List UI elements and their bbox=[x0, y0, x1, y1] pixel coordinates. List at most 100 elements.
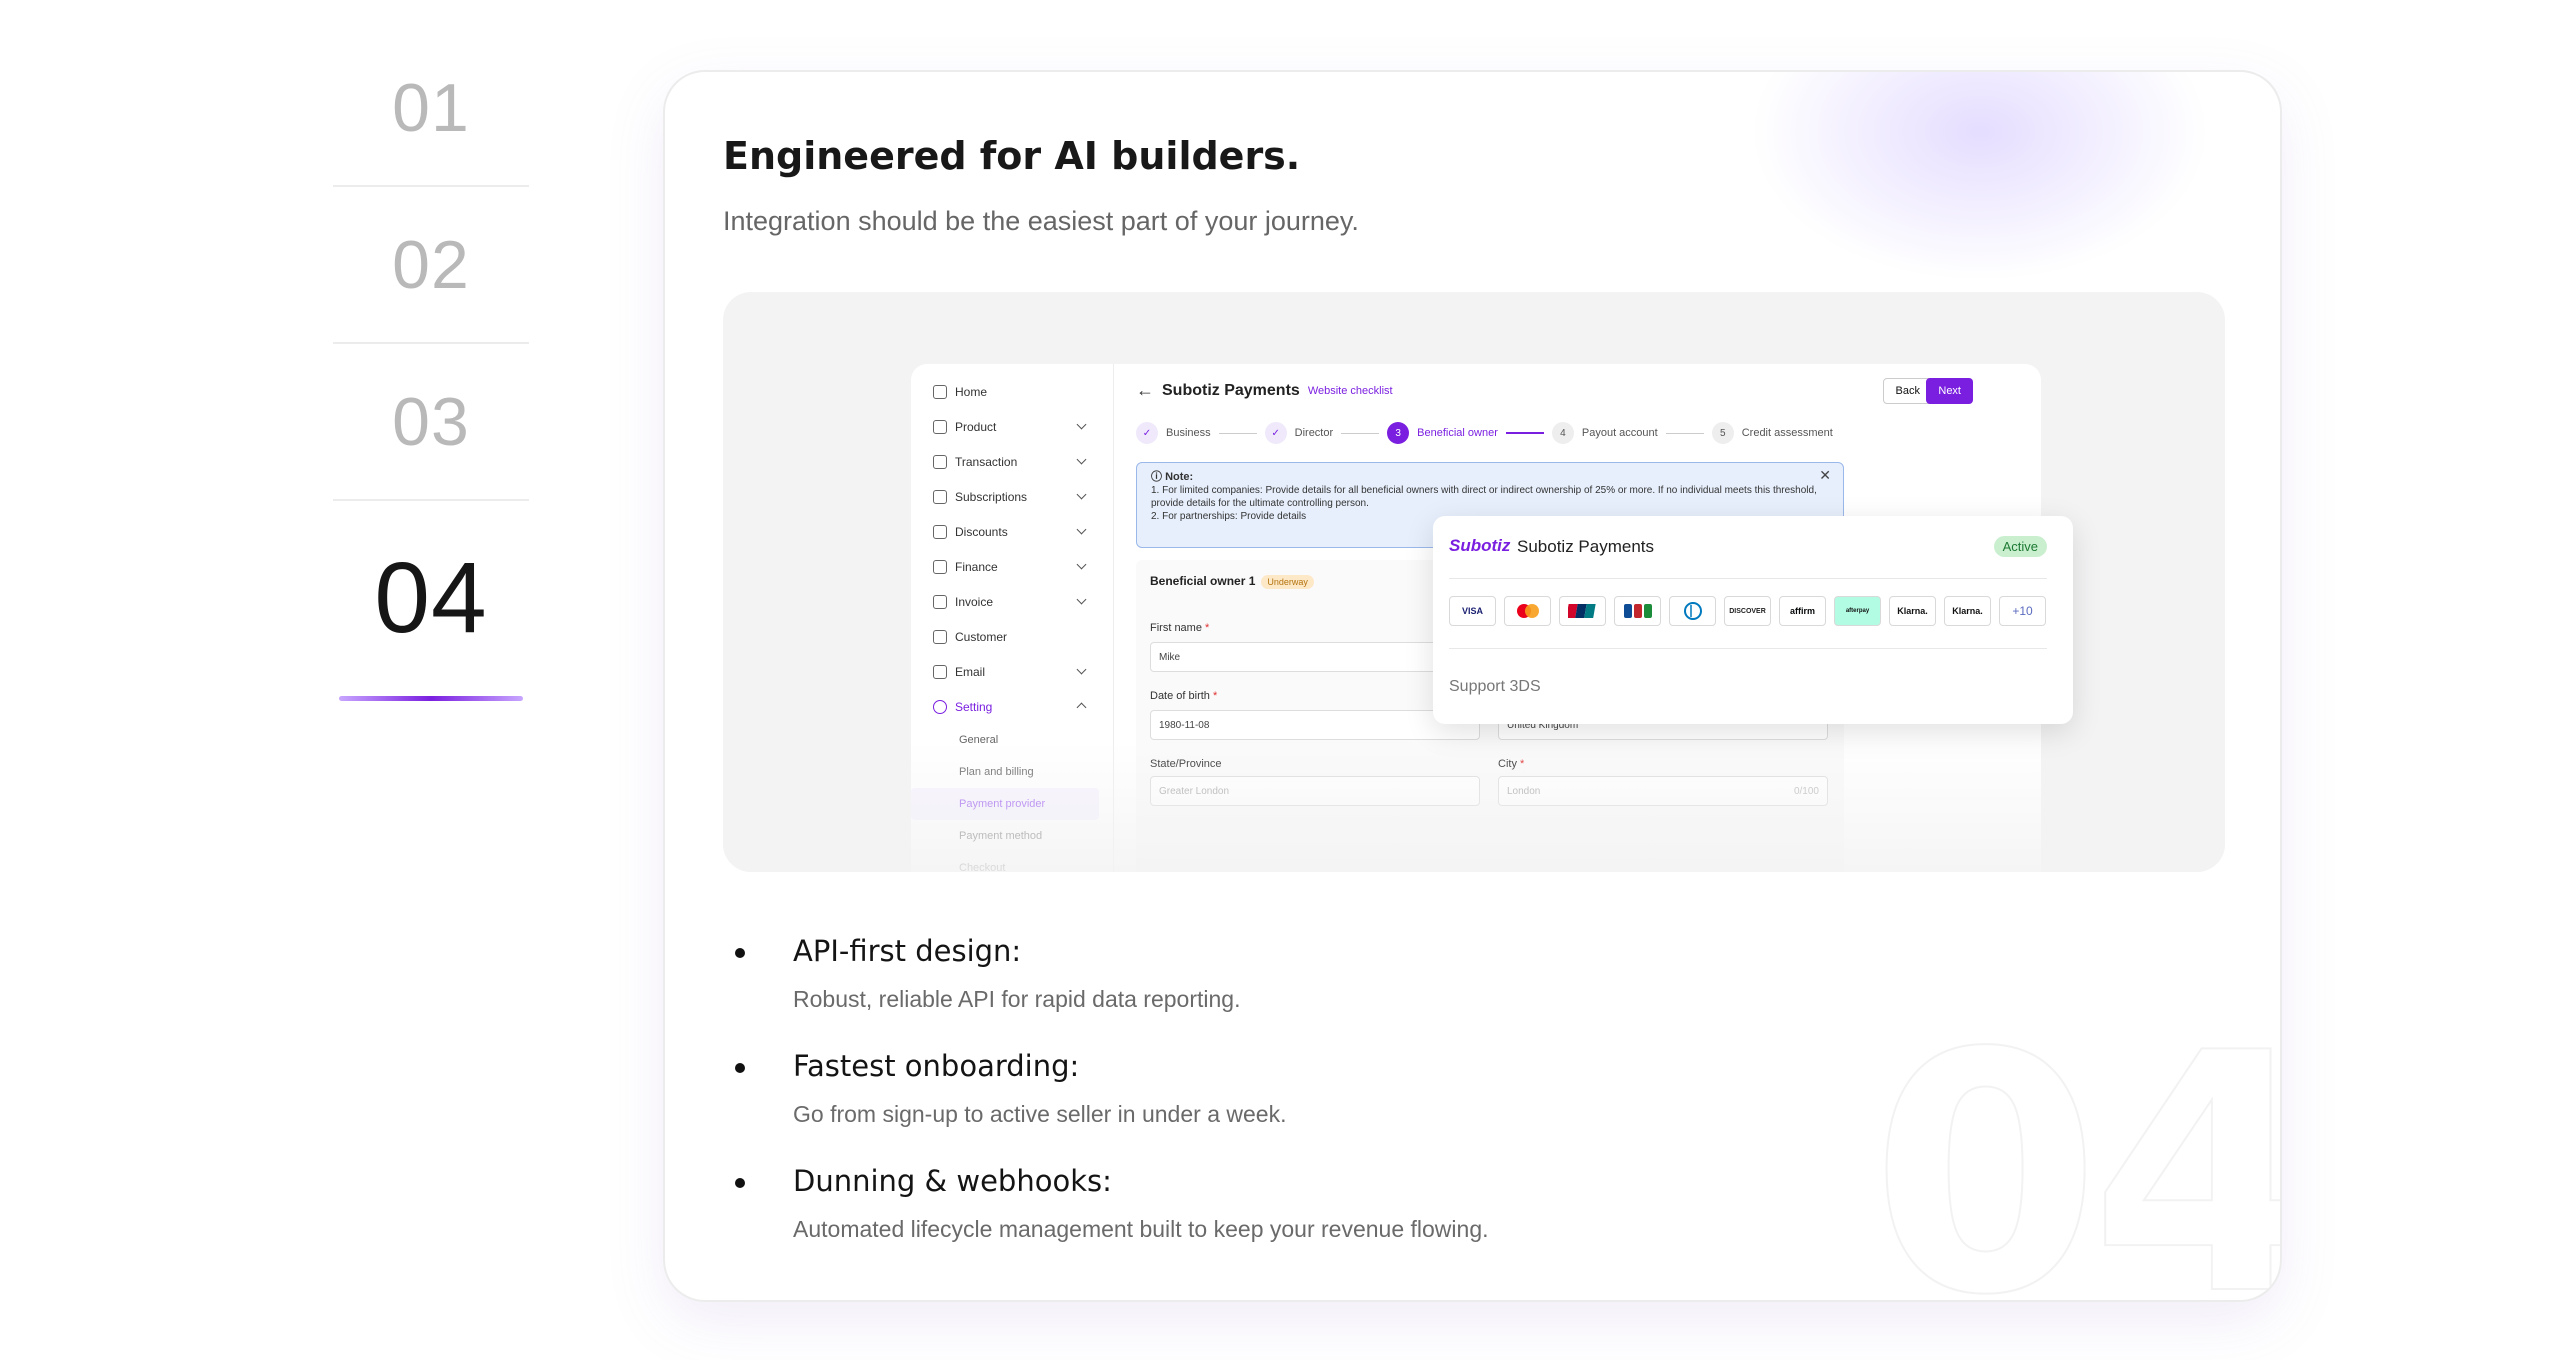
step-02[interactable]: 02 bbox=[333, 187, 529, 344]
gear-icon bbox=[933, 699, 947, 714]
sidebar-item-transaction[interactable]: Transaction bbox=[911, 444, 1113, 479]
sidebar-item-label: Discounts bbox=[955, 524, 1008, 539]
wallet-icon bbox=[933, 559, 947, 574]
bullet bbox=[735, 948, 745, 958]
state-select[interactable]: Greater London bbox=[1150, 776, 1480, 806]
sidebar-item-product[interactable]: Product bbox=[911, 409, 1113, 444]
subnav-payment-method[interactable]: Payment method bbox=[911, 820, 1113, 852]
sidebar-item-label: Email bbox=[955, 664, 986, 679]
subnav-payment-provider[interactable]: Payment provider bbox=[911, 788, 1099, 820]
form-section-title: Beneficial owner 1 Underway bbox=[1150, 574, 1314, 589]
divider bbox=[1449, 578, 2047, 579]
rss-icon bbox=[933, 489, 947, 504]
sidebar-item-setting[interactable]: Setting bbox=[911, 689, 1113, 724]
sidebar-item-label: Finance bbox=[955, 559, 998, 574]
subnav-plan-billing[interactable]: Plan and billing bbox=[911, 756, 1113, 788]
chevron-down-icon bbox=[1076, 524, 1087, 535]
step-04-active[interactable]: 04 bbox=[333, 501, 529, 701]
sidebar-item-home[interactable]: Home bbox=[911, 374, 1113, 409]
check-icon: ✓ bbox=[1136, 422, 1158, 444]
sidebar-item-finance[interactable]: Finance bbox=[911, 549, 1113, 584]
step-01[interactable]: 01 bbox=[333, 30, 529, 187]
sidebar-item-label: Setting bbox=[955, 699, 993, 714]
invoice-icon bbox=[933, 594, 947, 609]
website-checklist-link[interactable]: Website checklist bbox=[1308, 385, 1393, 397]
bullet bbox=[735, 1063, 745, 1073]
state-label: State/Province bbox=[1150, 758, 1222, 770]
stepper-connector bbox=[1341, 432, 1380, 434]
stepper-step-payout-account[interactable]: 4 Payout account bbox=[1551, 422, 1658, 444]
feature-title: Dunning & webhooks: bbox=[793, 1164, 1112, 1198]
discover-icon: DISCOVER bbox=[1724, 596, 1771, 626]
sidebar-item-label: Customer bbox=[955, 629, 1008, 644]
feature-card: 04 Engineered for AI builders. Integrati… bbox=[663, 70, 2282, 1302]
stepper-label: Business bbox=[1166, 427, 1211, 439]
stepper-step-credit-assessment[interactable]: 5 Credit assessment bbox=[1711, 422, 1833, 444]
sidebar-item-discounts[interactable]: Discounts bbox=[911, 514, 1113, 549]
mastercard-icon bbox=[1504, 596, 1551, 626]
step-03[interactable]: 03 bbox=[333, 344, 529, 501]
product-screenshot: Home Product Transaction Subscriptions D… bbox=[723, 292, 2225, 872]
stepper-connector bbox=[1218, 432, 1257, 434]
dob-label: Date of birth * bbox=[1150, 690, 1218, 702]
sidebar-item-email[interactable]: Email bbox=[911, 654, 1113, 689]
subnav-general[interactable]: General bbox=[911, 724, 1113, 756]
klarna-icon: Klarna. bbox=[1944, 596, 1991, 626]
info-icon: ⓘ bbox=[1151, 471, 1166, 483]
card-title: Engineered for AI builders. bbox=[723, 134, 1301, 178]
more-methods-badge[interactable]: +10 bbox=[1999, 596, 2046, 626]
visa-icon: VISA bbox=[1449, 596, 1496, 626]
subnav-checkout[interactable]: Checkout bbox=[911, 852, 1113, 872]
mock-page-title: Subotiz Payments bbox=[1162, 381, 1300, 399]
feature-description: Go from sign-up to active seller in unde… bbox=[793, 1101, 1287, 1127]
city-field[interactable]: London 0/100 bbox=[1498, 776, 1828, 806]
sidebar-item-customer[interactable]: Customer bbox=[911, 619, 1113, 654]
stepper-number: 5 bbox=[1711, 422, 1734, 444]
support-3ds-text: Support 3DS bbox=[1449, 678, 1541, 695]
mock-header: ← Subotiz Payments Website checklist bbox=[1136, 380, 1393, 401]
sidebar-item-subscriptions[interactable]: Subscriptions bbox=[911, 479, 1113, 514]
stepper-connector bbox=[1665, 432, 1704, 434]
city-value: London bbox=[1507, 785, 1541, 797]
next-button[interactable]: Next bbox=[1926, 378, 1973, 404]
afterpay-icon: afterpay bbox=[1834, 596, 1881, 626]
stepper-step-director[interactable]: ✓ Director bbox=[1264, 422, 1333, 444]
onboarding-stepper: ✓ Business ✓ Director 3 Beneficial owner 4P… bbox=[1136, 422, 1833, 444]
city-label: City * bbox=[1498, 758, 1525, 770]
stepper-connector bbox=[1505, 432, 1544, 434]
sidebar-item-invoice[interactable]: Invoice bbox=[911, 584, 1113, 619]
first-name-field[interactable]: Mike bbox=[1150, 642, 1450, 672]
feature-description: Robust, reliable API for rapid data repo… bbox=[793, 986, 1241, 1012]
card-subtitle: Integration should be the easiest part o… bbox=[723, 206, 1359, 236]
note-line-1: 1. For limited companies: Provide detail… bbox=[1151, 485, 1817, 509]
chevron-down-icon bbox=[1076, 559, 1087, 570]
watermark-number: 04 bbox=[1870, 983, 2282, 1302]
receipt-icon bbox=[933, 454, 947, 469]
tag-icon bbox=[933, 524, 947, 539]
sidebar-item-label: Product bbox=[955, 419, 997, 434]
chevron-up-icon bbox=[1076, 702, 1087, 713]
stepper-number: 4 bbox=[1551, 422, 1574, 444]
back-arrow-icon[interactable]: ← bbox=[1136, 380, 1154, 401]
feature-description: Automated lifecycle management built to … bbox=[793, 1216, 1489, 1242]
stepper-label: Beneficial owner bbox=[1417, 427, 1498, 439]
stepper-label: Credit assessment bbox=[1741, 427, 1833, 439]
decorative-glow bbox=[1750, 72, 2210, 282]
close-icon[interactable]: ✕ bbox=[1819, 468, 1831, 482]
user-icon bbox=[933, 629, 947, 644]
diners-club-icon bbox=[1669, 596, 1716, 626]
chevron-down-icon bbox=[1076, 419, 1087, 430]
stepper-step-business[interactable]: ✓ Business bbox=[1136, 422, 1211, 444]
unionpay-icon bbox=[1559, 596, 1606, 626]
sidebar-item-label: Transaction bbox=[955, 454, 1018, 469]
payment-provider-popup[interactable]: Subotiz Subotiz Payments Active VISA DIS… bbox=[1433, 516, 2073, 724]
label-text: Date of birth bbox=[1150, 690, 1210, 702]
stepper-step-beneficial-owner[interactable]: 3 Beneficial owner bbox=[1387, 422, 1498, 444]
label-text: City bbox=[1498, 758, 1517, 770]
status-badge: Active bbox=[1993, 536, 2047, 557]
chevron-down-icon bbox=[1076, 664, 1087, 675]
jcb-icon bbox=[1614, 596, 1661, 626]
dob-field[interactable]: 1980-11-08 bbox=[1150, 710, 1480, 740]
feature-title: API-first design: bbox=[793, 934, 1022, 968]
box-icon bbox=[933, 419, 947, 434]
